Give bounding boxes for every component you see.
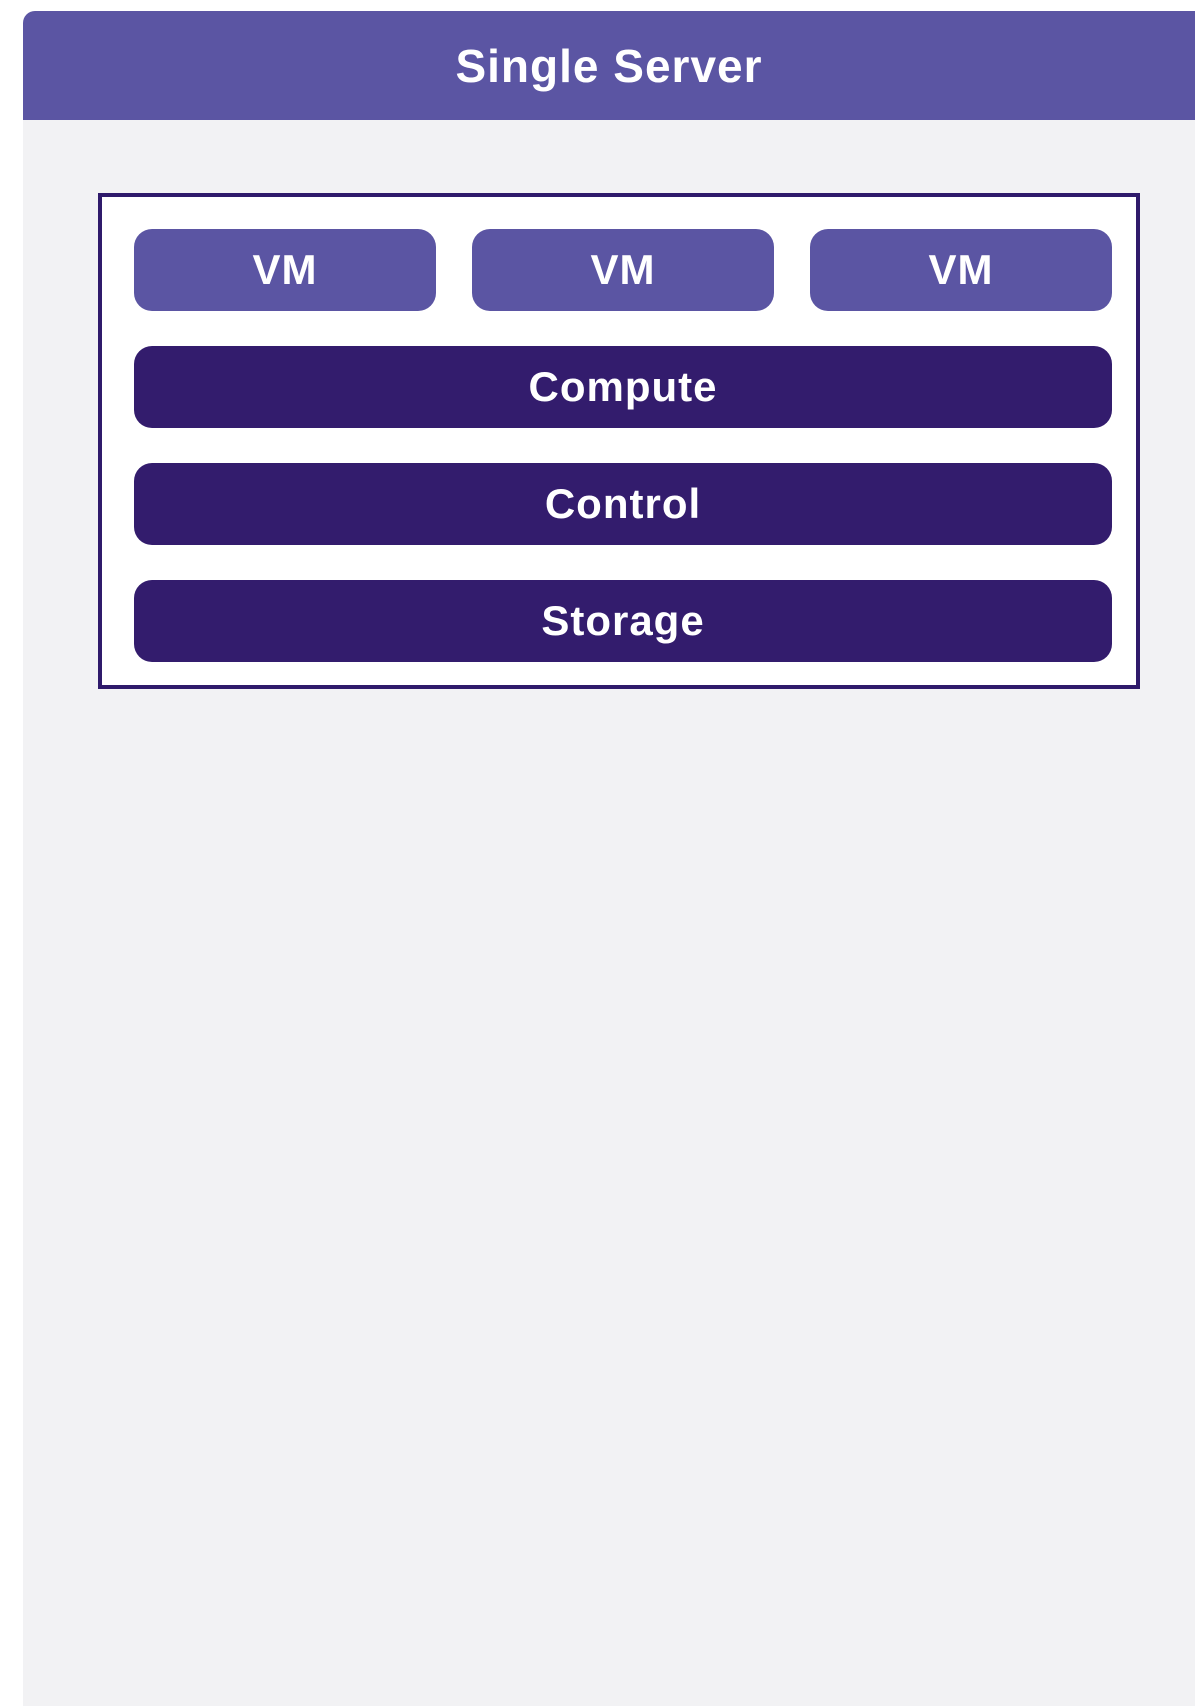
vm-block-2: VM bbox=[472, 229, 774, 311]
storage-layer: Storage bbox=[134, 580, 1112, 662]
vm-block-1: VM bbox=[134, 229, 436, 311]
panel-title: Single Server bbox=[23, 11, 1195, 120]
single-server-panel: Single Server VM VM VM Compute Control S… bbox=[23, 11, 1195, 1706]
vm-row: VM VM VM bbox=[134, 229, 1112, 311]
control-layer: Control bbox=[134, 463, 1112, 545]
vm-block-3: VM bbox=[810, 229, 1112, 311]
compute-layer: Compute bbox=[134, 346, 1112, 428]
server-box: VM VM VM Compute Control Storage bbox=[98, 193, 1140, 689]
